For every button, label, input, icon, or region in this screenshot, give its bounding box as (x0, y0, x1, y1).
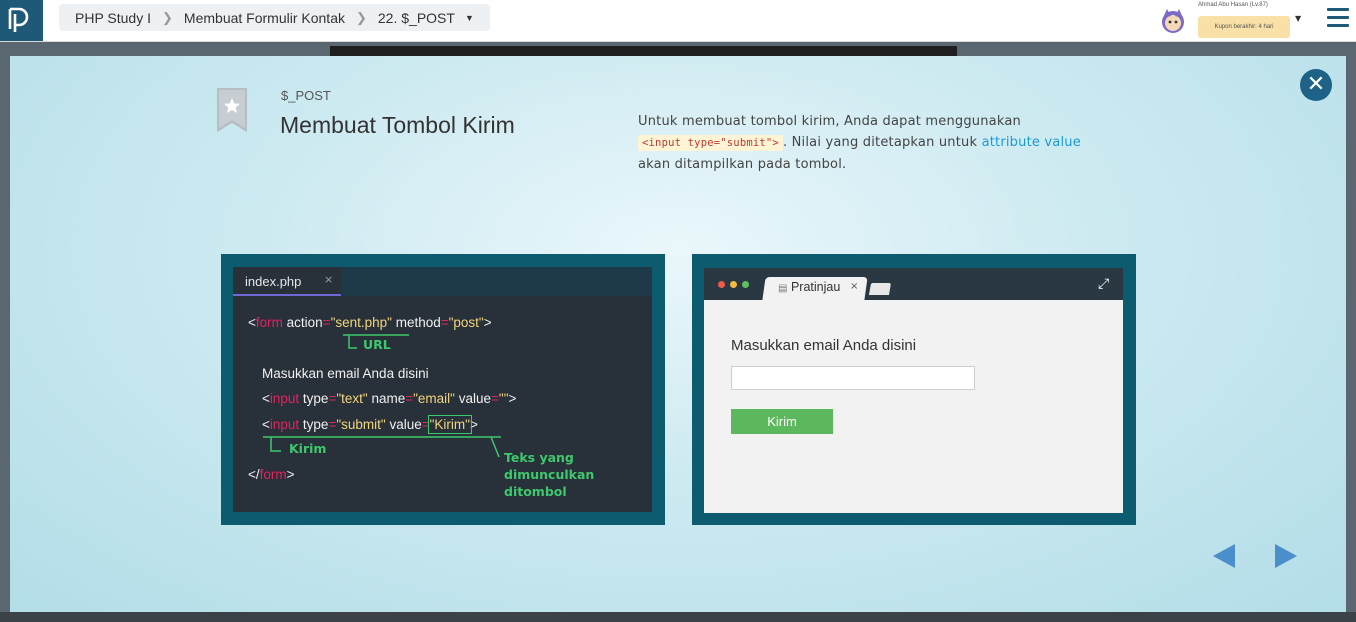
breadcrumb-chapter[interactable]: Membuat Formulir Kontak (184, 10, 345, 26)
hamburger-menu-icon[interactable] (1327, 8, 1349, 28)
code-line-input-submit: <input type="submit" value="Kirim"> (262, 415, 478, 434)
preview-email-label: Masukkan email Anda disini (731, 337, 917, 354)
user-name: Ahmad Abu Hasan (Lv.87) (1198, 2, 1268, 8)
next-arrow-icon[interactable] (1275, 544, 1297, 568)
close-icon[interactable]: × (324, 273, 333, 286)
new-tab-button[interactable] (868, 283, 892, 295)
chevron-right-icon: ❯ (355, 9, 367, 25)
slide-title: Membuat Tombol Kirim (280, 112, 515, 138)
desc-link[interactable]: attribute value (982, 135, 1081, 150)
desc-code: <input type="submit"> (638, 135, 783, 151)
desc-text-3: akan ditampilkan pada tombol. (638, 157, 847, 172)
browser-tab-label: ▤ Pratinjau (778, 280, 841, 294)
code-line-form-close: </form> (248, 467, 295, 482)
code-line-input-text: <input type="text" name="email" value=""… (262, 391, 517, 406)
caret-down-icon[interactable]: ▼ (465, 13, 474, 23)
coupon-badge: Kupon berakhir: 4 hari (1198, 16, 1290, 38)
breadcrumb-course[interactable]: PHP Study I (75, 10, 151, 26)
annotation-button-text: Teks yang dimunculkan ditombol (504, 450, 595, 499)
breadcrumb: PHP Study I ❯ Membuat Formulir Kontak ❯ … (59, 4, 490, 31)
breadcrumb-lesson[interactable]: 22. $_POST (378, 10, 455, 26)
editor-filename: index.php (245, 274, 302, 289)
lesson-tag: $_POST (281, 88, 331, 103)
document-icon: ▤ (778, 283, 788, 294)
editor-tab[interactable]: index.php × (233, 267, 341, 296)
browser-bar: ▤ Pratinjau × ⤢ (704, 268, 1123, 300)
annotation-url: URL (363, 337, 391, 352)
desc-text-1: Untuk membuat tombol kirim, Anda dapat m… (638, 114, 1021, 129)
prev-arrow-icon[interactable] (1213, 544, 1235, 568)
annotation-kirim: Kirim (289, 441, 327, 456)
editor-tab-bar: index.php × (233, 267, 652, 296)
slide-description: Untuk membuat tombol kirim, Anda dapat m… (638, 111, 1108, 175)
user-menu[interactable]: Ahmad Abu Hasan (Lv.87) Kupon berakhir: … (1158, 2, 1308, 40)
preview-submit-button[interactable]: Kirim (731, 409, 833, 434)
bookmark-star-icon[interactable] (215, 88, 249, 134)
code-line-form-open: <form action="sent.php" method="post"> (248, 315, 492, 330)
close-icon[interactable]: × (850, 281, 858, 292)
code-line-label: Masukkan email Anda disini (262, 366, 429, 381)
avatar[interactable] (1158, 6, 1188, 36)
background-page-footer (0, 612, 1356, 622)
desc-text-2: . Nilai yang ditetapkan untuk (782, 135, 978, 150)
code-editor: index.php × <form action="sent.php" meth… (233, 267, 652, 512)
close-icon[interactable]: ✕ (1300, 69, 1332, 101)
background-page (330, 46, 957, 56)
preview-panel: ▤ Pratinjau × ⤢ Masukkan email Anda disi… (692, 254, 1136, 525)
app-logo[interactable] (0, 0, 43, 41)
caret-down-icon[interactable]: ▼ (1295, 14, 1301, 23)
expand-icon[interactable]: ⤢ (1098, 276, 1109, 292)
progate-logo-icon (8, 7, 29, 32)
window-minimize-dot (730, 281, 737, 288)
slide-modal: ✕ $_POST Membuat Tombol Kirim Untuk memb… (10, 56, 1346, 612)
browser-preview: ▤ Pratinjau × ⤢ Masukkan email Anda disi… (704, 268, 1123, 513)
chevron-right-icon: ❯ (162, 9, 173, 25)
window-close-dot (718, 281, 725, 288)
top-bar: PHP Study I ❯ Membuat Formulir Kontak ❯ … (0, 0, 1356, 42)
preview-email-input[interactable] (731, 366, 975, 390)
window-maximize-dot (742, 281, 749, 288)
code-panel: index.php × <form action="sent.php" meth… (221, 254, 665, 525)
